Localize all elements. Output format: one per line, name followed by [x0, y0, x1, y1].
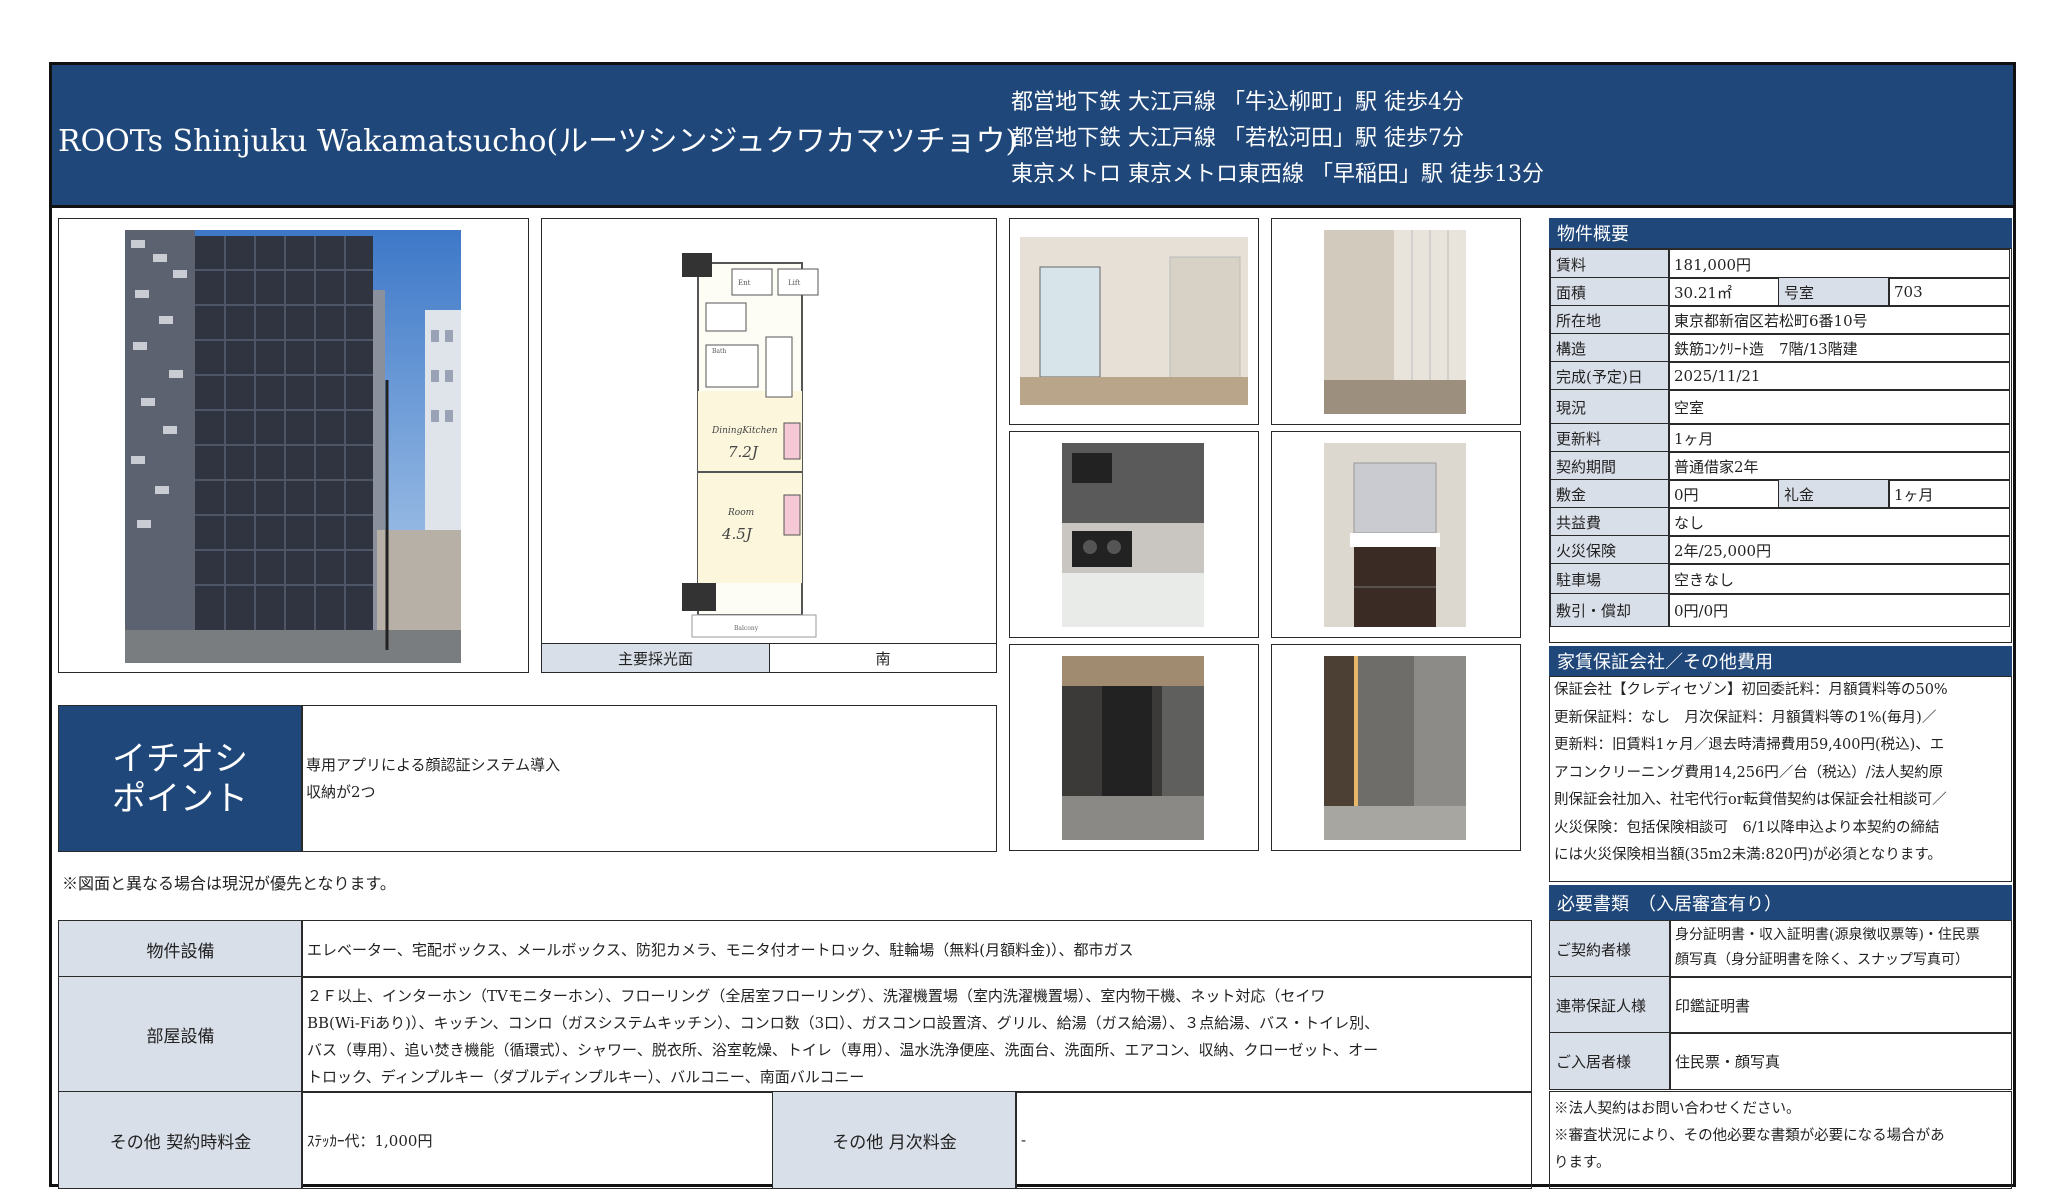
- highlight-point-2: 収納が2つ: [306, 783, 376, 801]
- room-number-label: 号室: [1778, 277, 1890, 307]
- renewal-label: 更新料: [1550, 423, 1670, 453]
- plan-label-balcony: Balcony: [734, 625, 759, 632]
- highlight-title: イチオシ ポイント: [59, 706, 301, 851]
- station-access-3: 東京メトロ 東京メトロ東西線 「早稲田」駅 徒歩13分: [1011, 162, 1544, 187]
- guarantee-line-1: 保証会社【クレディセゾン】初回委託料：月額賃料等の50%: [1554, 682, 1948, 698]
- building-facilities-label: 物件設備: [58, 920, 303, 978]
- fire-insurance-label: 火災保険: [1550, 535, 1670, 565]
- room-facilities-line-3: バス（専用）、追い焚き機能（循環式）、シャワー、脱衣所、浴室乾燥、トイレ（専用）…: [307, 1041, 1379, 1059]
- room-facilities-line-2: BB(Wi-Fiあり)）、キッチン、コンロ（ガスシステムキッチン）、コンロ数（3…: [307, 1014, 1380, 1032]
- doc-guarantor-value: 印鑑証明書: [1669, 976, 2012, 1034]
- deposit-value: 0円: [1668, 479, 1780, 509]
- photo-lobby: [1271, 644, 1521, 851]
- status-value: 空室: [1668, 389, 2010, 425]
- status-label: 現況: [1550, 389, 1670, 425]
- photo-hallway: [1271, 218, 1521, 425]
- address-label: 所在地: [1550, 305, 1670, 335]
- contract-fees-label: その他 契約時料金: [58, 1091, 303, 1189]
- key-money-value: 1ヶ月: [1888, 479, 2010, 509]
- monthly-fees-label: その他 月次料金: [772, 1091, 1017, 1189]
- completion-label: 完成(予定)日: [1550, 361, 1670, 391]
- plan-label-dk: DiningKitchen: [711, 426, 778, 436]
- photo-washroom: [1271, 431, 1521, 638]
- doc-note-1: ※法人契約はお問い合わせください。: [1554, 1101, 1801, 1117]
- room-facilities-label: 部屋設備: [58, 976, 303, 1093]
- structure-value: 鉄筋ｺﾝｸﾘｰﾄ造 7階/13階建: [1668, 333, 2010, 363]
- plan-label-lift: Lift: [788, 279, 800, 287]
- guarantee-line-7: には火災保険相当額(35m2未満:820円)が必須となります。: [1554, 847, 1942, 863]
- guarantee-line-4: アコンクリーニング費用14,256円／台（税込）/法人契約原: [1554, 764, 1944, 781]
- doc-resident-label: ご入居者様: [1549, 1032, 1671, 1090]
- contract-fees-value: ｽﾃｯｶｰ代：1,000円: [301, 1091, 774, 1189]
- plan-label-bath: Bath: [712, 348, 726, 355]
- overview-table: 賃料 181,000円 面積 30.21㎡ 号室 703 所在地 東京都新宿区若…: [1549, 248, 2012, 643]
- highlight-divider: [301, 706, 303, 851]
- light-direction-row: 主要採光面 南: [541, 643, 997, 673]
- common-fee-label: 共益費: [1550, 507, 1670, 537]
- photo-living-room: [1009, 218, 1259, 425]
- parking-label: 駐車場: [1550, 563, 1670, 595]
- highlight-point-1: 専用アプリによる顔認証システム導入: [306, 756, 561, 774]
- property-title: ROOTs Shinjuku Wakamatsucho(ルーツシンジュクワカマツ…: [58, 124, 1018, 159]
- doc-guarantor-label: 連帯保証人様: [1549, 976, 1671, 1034]
- fire-insurance-value: 2年/25,000円: [1668, 535, 2010, 565]
- area-label: 面積: [1550, 277, 1670, 307]
- doc-note-3: ります。: [1554, 1155, 1611, 1171]
- building-exterior-photo: [58, 218, 529, 673]
- station-access-1: 都営地下鉄 大江戸線 「牛込柳町」駅 徒歩4分: [1011, 90, 1464, 115]
- guarantee-title: 家賃保証会社／その他費用: [1549, 646, 2012, 676]
- structure-label: 構造: [1550, 333, 1670, 363]
- rent-value: 181,000円: [1668, 249, 2010, 279]
- guarantee-line-2: 更新保証料：なし 月次保証料：月額賃料等の1%(毎月)／: [1554, 709, 1937, 726]
- documents-title: 必要書類 （入居審査有り）: [1549, 885, 2012, 921]
- plan-label-ent: Ent: [738, 279, 751, 287]
- address-value: 東京都新宿区若松町6番10号: [1668, 305, 2010, 335]
- doc-contractor-label: ご契約者様: [1549, 920, 1671, 978]
- term-label: 契約期間: [1550, 451, 1670, 481]
- highlight-title-line1: イチオシ: [112, 738, 248, 779]
- shikibiki-label: 敷引・償却: [1550, 593, 1670, 627]
- floor-plan: Ent Lift Bath DiningKitchen 7.2J Room 4.…: [541, 218, 997, 673]
- shikibiki-value: 0円/0円: [1668, 593, 2010, 627]
- doc-contractor-line-2: 顔写真（身分証明書を除く、スナップ写真可）: [1675, 952, 1969, 968]
- plan-label-room: Room: [727, 508, 754, 518]
- rent-label: 賃料: [1550, 249, 1670, 279]
- completion-value: 2025/11/21: [1668, 361, 2010, 391]
- plan-label-dk-size: 7.2J: [728, 443, 759, 461]
- building-facilities-value: エレベーター、宅配ボックス、メールボックス、防犯カメラ、モニタ付オートロック、駐…: [301, 920, 1532, 978]
- room-facilities-value: ２Ｆ以上、インターホン（TVモニターホン）、フローリング（全居室フローリング）、…: [301, 976, 1532, 1093]
- room-number-value: 703: [1888, 277, 2010, 307]
- doc-contractor-value: 身分証明書・収入証明書(源泉徴収票等)・住民票 顔写真（身分証明書を除く、スナッ…: [1669, 920, 2012, 978]
- guarantee-line-5: 則保証会社加入、社宅代行or転貸借契約は保証会社相談可／: [1554, 792, 1947, 808]
- room-facilities-line-4: トロック、ディンプルキー（ダブルディンプルキー）、バルコニー、南面バルコニー: [307, 1068, 865, 1086]
- guarantee-body: 保証会社【クレディセゾン】初回委託料：月額賃料等の50% 更新保証料：なし 月次…: [1549, 676, 2012, 882]
- photo-kitchen: [1009, 431, 1259, 638]
- doc-note-2: ※審査状況により、その他必要な書類が必要になる場合があ: [1554, 1128, 1945, 1144]
- doc-contractor-line-1: 身分証明書・収入証明書(源泉徴収票等)・住民票: [1675, 927, 1980, 943]
- monthly-fees-value: -: [1015, 1091, 1532, 1189]
- highlight-title-line2: ポイント: [112, 778, 248, 819]
- guarantee-line-6: 火災保険：包括保険相談可 6/1以降申込より本契約の締結: [1554, 819, 1940, 836]
- light-direction-value: 南: [875, 649, 891, 668]
- plan-note: ※図面と異なる場合は現況が優先となります。: [62, 874, 396, 893]
- documents-notes: ※法人契約はお問い合わせください。 ※審査状況により、その他必要な書類が必要にな…: [1549, 1091, 2012, 1189]
- light-direction-label: 主要採光面: [542, 644, 770, 672]
- doc-resident-value: 住民票・顔写真: [1669, 1032, 2012, 1090]
- parking-value: 空きなし: [1668, 563, 2010, 595]
- key-money-label: 礼金: [1778, 479, 1890, 509]
- term-value: 普通借家2年: [1668, 451, 2010, 481]
- station-access-2: 都営地下鉄 大江戸線 「若松河田」駅 徒歩7分: [1011, 126, 1464, 151]
- common-fee-value: なし: [1668, 507, 2010, 537]
- plan-label-room-size: 4.5J: [721, 525, 753, 543]
- guarantee-line-3: 更新料：旧賃料1ヶ月／退去時清掃費用59,400円(税込)、エ: [1554, 737, 1945, 753]
- area-value: 30.21㎡: [1668, 277, 1780, 307]
- room-facilities-line-1: ２Ｆ以上、インターホン（TVモニターホン）、フローリング（全居室フローリング）、…: [307, 987, 1326, 1005]
- overview-title: 物件概要: [1549, 218, 2012, 248]
- renewal-value: 1ヶ月: [1668, 423, 2010, 453]
- photo-entrance: [1009, 644, 1259, 851]
- deposit-label: 敷金: [1550, 479, 1670, 509]
